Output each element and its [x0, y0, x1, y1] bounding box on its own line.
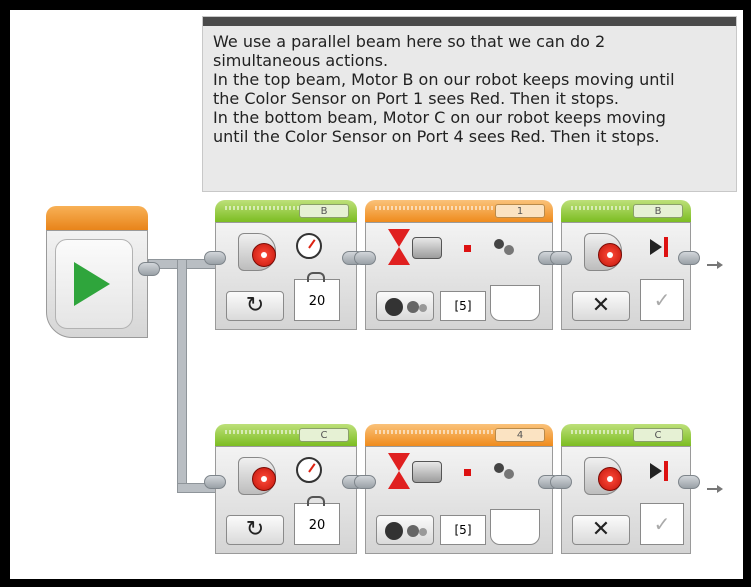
block-header: 4: [365, 424, 553, 446]
power-plug-icon: [307, 496, 325, 506]
stop-icon: [650, 237, 676, 257]
out-connector[interactable]: [678, 251, 700, 265]
block-body: ↻ 20: [204, 222, 364, 330]
start-out-connector[interactable]: [138, 262, 160, 276]
block-body: ↻ 20: [204, 446, 364, 554]
power-input[interactable]: 20: [294, 272, 340, 321]
start-block-body: [46, 230, 148, 338]
block-body: [5]: [354, 446, 560, 554]
close-icon: ✕: [591, 517, 611, 542]
power-plug-icon: [307, 272, 325, 282]
block-body: ✕ ✓: [550, 446, 700, 554]
block-body: ✕ ✓: [550, 222, 700, 330]
start-block-header: [46, 206, 148, 230]
power-value: 20: [308, 518, 326, 533]
comment-line: until the Color Sensor on Port 4 sees Re…: [213, 127, 660, 146]
block-header: 1: [365, 200, 553, 222]
compare-result-output[interactable]: [490, 509, 540, 545]
wait-color-sensor-block-top[interactable]: 1 [5]: [354, 200, 560, 332]
large-motor-icon: [238, 231, 282, 275]
large-motor-on-block-top[interactable]: B ↻ 20: [204, 200, 364, 332]
large-motor-icon: [584, 455, 628, 499]
large-motor-icon: [584, 231, 628, 275]
red-indicator-icon: [464, 469, 471, 476]
start-button[interactable]: [55, 239, 133, 329]
window-frame: We use a parallel beam here so that we c…: [0, 0, 751, 587]
comment-box[interactable]: We use a parallel beam here so that we c…: [202, 16, 737, 192]
close-icon: ✕: [591, 293, 611, 318]
brake-at-end-input[interactable]: ✓: [640, 279, 684, 321]
in-connector[interactable]: [204, 475, 226, 489]
comment-line: the Color Sensor on Port 1 sees Red. The…: [213, 89, 619, 108]
block-body: [5]: [354, 222, 560, 330]
in-connector[interactable]: [550, 251, 572, 265]
sensor-port-selector[interactable]: 4: [495, 428, 545, 442]
wait-color-sensor-block-bottom[interactable]: 4 [5]: [354, 424, 560, 556]
color-dots-icon: [494, 463, 520, 483]
in-connector[interactable]: [354, 475, 376, 489]
large-motor-icon: [238, 455, 282, 499]
brake-at-end-input[interactable]: ✓: [640, 503, 684, 545]
start-block[interactable]: [46, 206, 160, 338]
compare-result-output[interactable]: [490, 285, 540, 321]
color-sensor-icon: [412, 237, 442, 259]
power-gauge-icon: [296, 233, 322, 259]
power-gauge-icon: [296, 457, 322, 483]
mode-selector-button[interactable]: ↻: [226, 515, 284, 545]
check-icon: ✓: [653, 288, 671, 312]
out-connector[interactable]: [678, 475, 700, 489]
motor-port-selector[interactable]: C: [299, 428, 349, 442]
rotate-icon: ↻: [245, 293, 265, 318]
hourglass-icon: [388, 229, 410, 267]
motor-port-selector[interactable]: C: [633, 428, 683, 442]
block-header: C: [561, 424, 691, 446]
mode-selector-button[interactable]: ✕: [572, 515, 630, 545]
comment-line: In the top beam, Motor B on our robot ke…: [213, 70, 675, 89]
in-connector[interactable]: [550, 475, 572, 489]
rotate-icon: ↻: [245, 517, 265, 542]
motor-port-selector[interactable]: B: [299, 204, 349, 218]
sensor-port-selector[interactable]: 1: [495, 204, 545, 218]
check-icon: ✓: [653, 512, 671, 536]
exit-arrow-icon: [707, 483, 725, 495]
comment-title-bar[interactable]: [203, 17, 736, 26]
program-canvas[interactable]: We use a parallel beam here so that we c…: [10, 10, 743, 579]
sequence-wire-vertical[interactable]: [177, 259, 187, 493]
stop-icon: [650, 461, 676, 481]
block-header: C: [215, 424, 357, 446]
exit-arrow-icon: [707, 259, 725, 271]
color-dots-icon: [494, 239, 520, 259]
power-input[interactable]: 20: [294, 496, 340, 545]
comment-line: We use a parallel beam here so that we c…: [213, 32, 606, 51]
mode-selector-button[interactable]: [376, 515, 434, 545]
comment-line: In the bottom beam, Motor C on our robot…: [213, 108, 666, 127]
in-connector[interactable]: [204, 251, 226, 265]
comment-text: We use a parallel beam here so that we c…: [203, 26, 736, 146]
in-connector[interactable]: [354, 251, 376, 265]
block-header: B: [215, 200, 357, 222]
large-motor-off-block-top[interactable]: B ✕ ✓: [550, 200, 700, 332]
color-set-value: [5]: [454, 523, 472, 537]
hourglass-icon: [388, 453, 410, 491]
color-set-input[interactable]: [5]: [440, 291, 486, 321]
color-set-value: [5]: [454, 299, 472, 313]
large-motor-off-block-bottom[interactable]: C ✕ ✓: [550, 424, 700, 556]
red-indicator-icon: [464, 245, 471, 252]
mode-selector-button[interactable]: ✕: [572, 291, 630, 321]
mode-selector-button[interactable]: ↻: [226, 291, 284, 321]
comment-line: simultaneous actions.: [213, 51, 389, 70]
color-set-input[interactable]: [5]: [440, 515, 486, 545]
large-motor-on-block-bottom[interactable]: C ↻ 20: [204, 424, 364, 556]
play-icon: [74, 262, 110, 306]
color-sensor-icon: [412, 461, 442, 483]
mode-selector-button[interactable]: [376, 291, 434, 321]
block-header: B: [561, 200, 691, 222]
motor-port-selector[interactable]: B: [633, 204, 683, 218]
power-value: 20: [308, 294, 326, 309]
